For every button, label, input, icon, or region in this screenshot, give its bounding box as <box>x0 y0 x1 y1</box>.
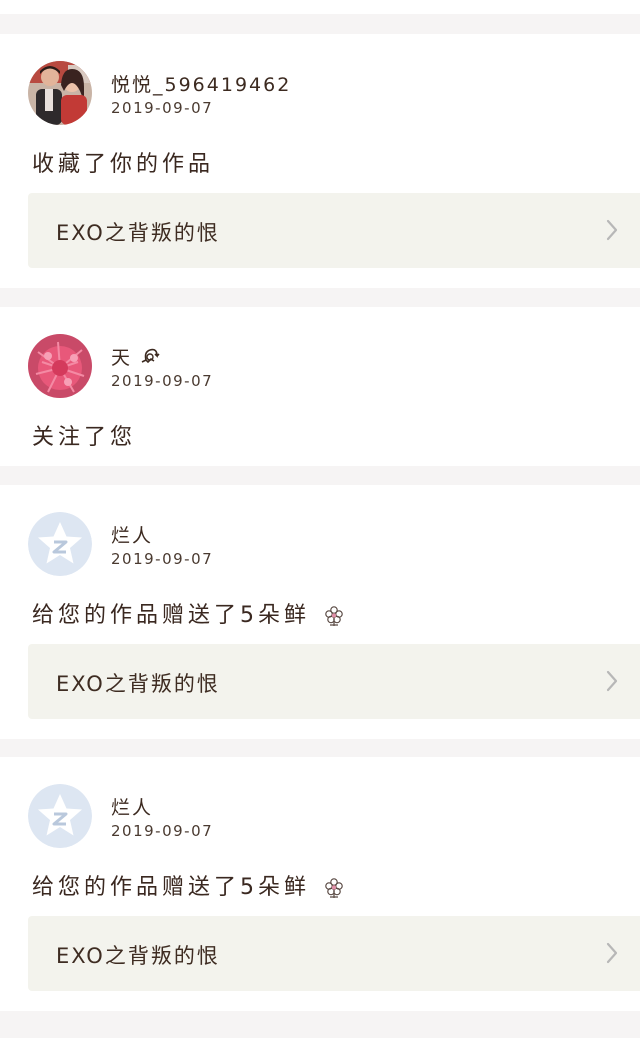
work-title: EXO之背叛的恨 <box>56 944 220 968</box>
notification-card: 烂人 2019-09-07 给您的作品赠送了5朵鲜 EXO之背叛的恨 <box>0 757 640 1011</box>
work-link[interactable]: EXO之背叛的恨 <box>28 193 640 268</box>
avatar-photo <box>28 61 92 125</box>
flower-icon <box>325 878 343 898</box>
timestamp: 2019-09-07 <box>111 822 214 840</box>
chevron-right-icon <box>606 219 618 241</box>
activity-row: 给您的作品赠送了5朵鲜 <box>32 597 345 629</box>
avatar-photo <box>28 334 92 398</box>
notification-feed: 悦悦_596419462 2019-09-07 收藏了你的作品 EXO之背叛的恨 <box>0 0 640 1038</box>
activity-text: 关注了您 <box>32 425 137 450</box>
work-title: EXO之背叛的恨 <box>56 672 220 696</box>
activity-text: 给您的作品赠送了5朵鲜 <box>32 603 310 628</box>
notification-card: 悦悦_596419462 2019-09-07 收藏了你的作品 EXO之背叛的恨 <box>0 34 640 288</box>
avatar[interactable] <box>28 334 92 398</box>
timestamp: 2019-09-07 <box>111 372 214 390</box>
flower-icon <box>325 606 343 626</box>
user-name-row[interactable]: 天 <box>111 343 162 370</box>
previous-card-edge <box>0 0 640 14</box>
timestamp: 2019-09-07 <box>111 99 214 117</box>
activity-text: 收藏了你的作品 <box>32 152 215 177</box>
avatar[interactable] <box>28 61 92 125</box>
activity-text: 给您的作品赠送了5朵鲜 <box>32 875 310 900</box>
scorpio-icon <box>141 348 160 364</box>
avatar[interactable] <box>28 512 92 576</box>
work-link[interactable]: EXO之背叛的恨 <box>28 916 640 991</box>
chevron-right-icon <box>606 942 618 964</box>
timestamp: 2019-09-07 <box>111 550 214 568</box>
default-star-avatar-icon <box>28 512 92 576</box>
chevron-right-icon <box>606 670 618 692</box>
work-link[interactable]: EXO之背叛的恨 <box>28 644 640 719</box>
work-title: EXO之背叛的恨 <box>56 221 220 245</box>
activity-row: 给您的作品赠送了5朵鲜 <box>32 869 345 901</box>
notification-card: 天 2019-09-07 关注了您 <box>0 307 640 466</box>
user-name[interactable]: 烂人 <box>111 521 153 548</box>
user-name[interactable]: 烂人 <box>111 793 153 820</box>
user-name: 天 <box>111 347 133 369</box>
default-star-avatar-icon <box>28 784 92 848</box>
avatar[interactable] <box>28 784 92 848</box>
notification-card: 烂人 2019-09-07 给您的作品赠送了5朵鲜 EXO之背叛的恨 <box>0 485 640 739</box>
user-name[interactable]: 悦悦_596419462 <box>111 70 291 97</box>
